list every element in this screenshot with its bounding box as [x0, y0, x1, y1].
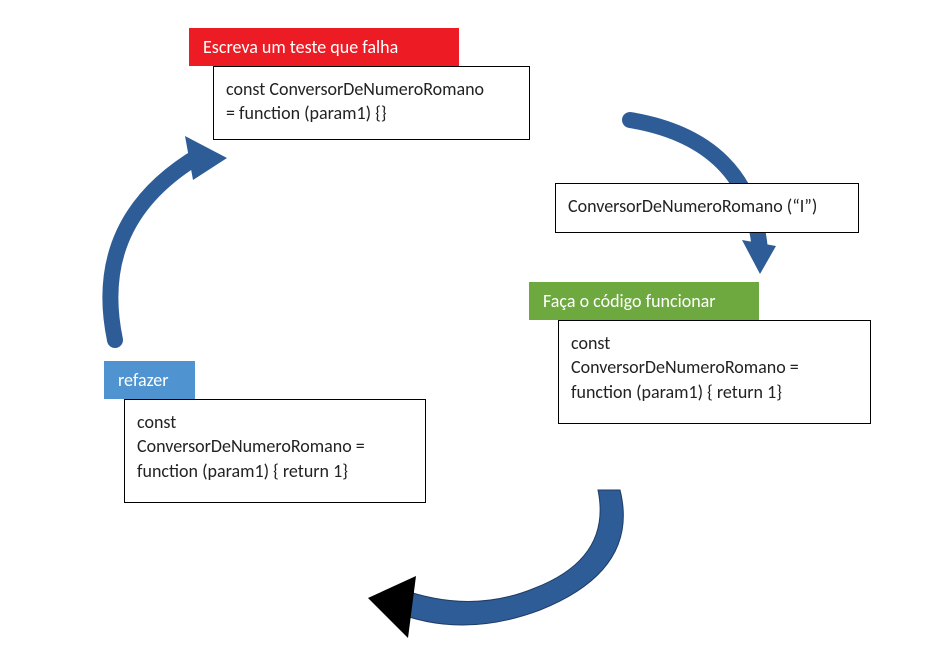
arrow-blue-to-red-icon — [85, 130, 245, 360]
code-line: const ConversorDeNumeroRomano — [226, 77, 517, 101]
code-line: function (param1) { return 1} — [571, 380, 858, 404]
code-line: function (param1) { return 1} — [137, 459, 413, 483]
code-box-refactor: const ConversorDeNumeroRomano = function… — [124, 399, 426, 503]
red-step-label: Escreva um teste que falha — [189, 28, 459, 66]
code-line: const — [571, 331, 858, 355]
code-box-write-test: const ConversorDeNumeroRomano = function… — [213, 66, 530, 140]
code-line: ConversorDeNumeroRomano = — [571, 355, 858, 379]
code-box-call-test: ConversorDeNumeroRomano (“I”) — [555, 183, 859, 233]
code-line: const — [137, 410, 413, 434]
code-line: ConversorDeNumeroRomano (“I”) — [568, 194, 846, 218]
green-step-label: Faça o código funcionar — [529, 282, 759, 320]
code-line: ConversorDeNumeroRomano = — [137, 434, 413, 458]
code-line: = function (param1) {} — [226, 101, 517, 125]
code-box-make-pass: const ConversorDeNumeroRomano = function… — [558, 320, 871, 424]
blue-step-label: refazer — [104, 361, 195, 399]
